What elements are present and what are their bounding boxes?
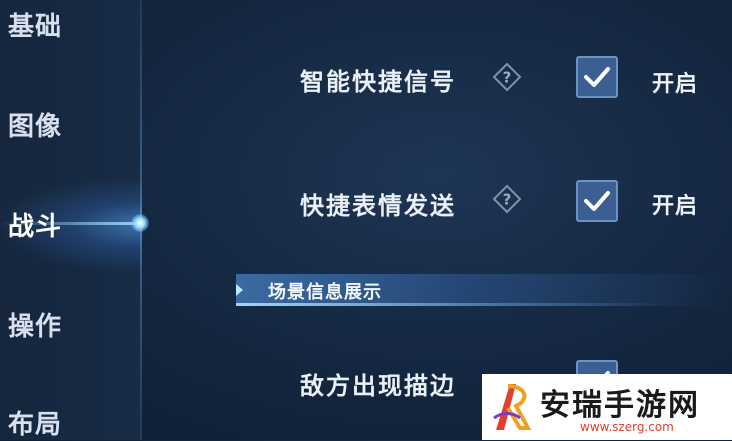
- active-tab-indicator: [131, 214, 149, 232]
- sidebar-item-combat[interactable]: 战斗: [8, 206, 62, 243]
- smart-signal-label: 智能快捷信号: [300, 68, 456, 96]
- svg-text:?: ?: [503, 191, 512, 209]
- smart-signal-checkbox[interactable]: [576, 56, 618, 98]
- sidebar-item-layout[interactable]: 布局: [8, 404, 62, 441]
- watermark-text: 安瑞手游网: [540, 388, 700, 423]
- section-title: 场景信息展示: [268, 282, 382, 303]
- enemy-outline-label: 敌方出现描边: [300, 372, 456, 400]
- quick-emote-checkbox[interactable]: [576, 180, 618, 222]
- sidebar-item-graphics[interactable]: 图像: [8, 106, 62, 143]
- sidebar-item-basic[interactable]: 基础: [8, 6, 62, 43]
- watermark-url: www.szerg.com: [580, 420, 674, 434]
- watermark-logo-icon: [493, 384, 532, 430]
- quick-emote-state: 开启: [652, 194, 699, 219]
- smart-signal-state: 开启: [652, 72, 699, 97]
- help-icon[interactable]: ?: [492, 62, 522, 92]
- section-arrow-icon: [236, 284, 243, 296]
- sidebar-item-controls[interactable]: 操作: [8, 306, 62, 343]
- checkmark-icon: [584, 67, 610, 87]
- quick-emote-label: 快捷表情发送: [300, 192, 456, 220]
- checkmark-icon: [584, 191, 610, 211]
- help-icon[interactable]: ?: [492, 184, 522, 214]
- svg-text:?: ?: [503, 69, 512, 87]
